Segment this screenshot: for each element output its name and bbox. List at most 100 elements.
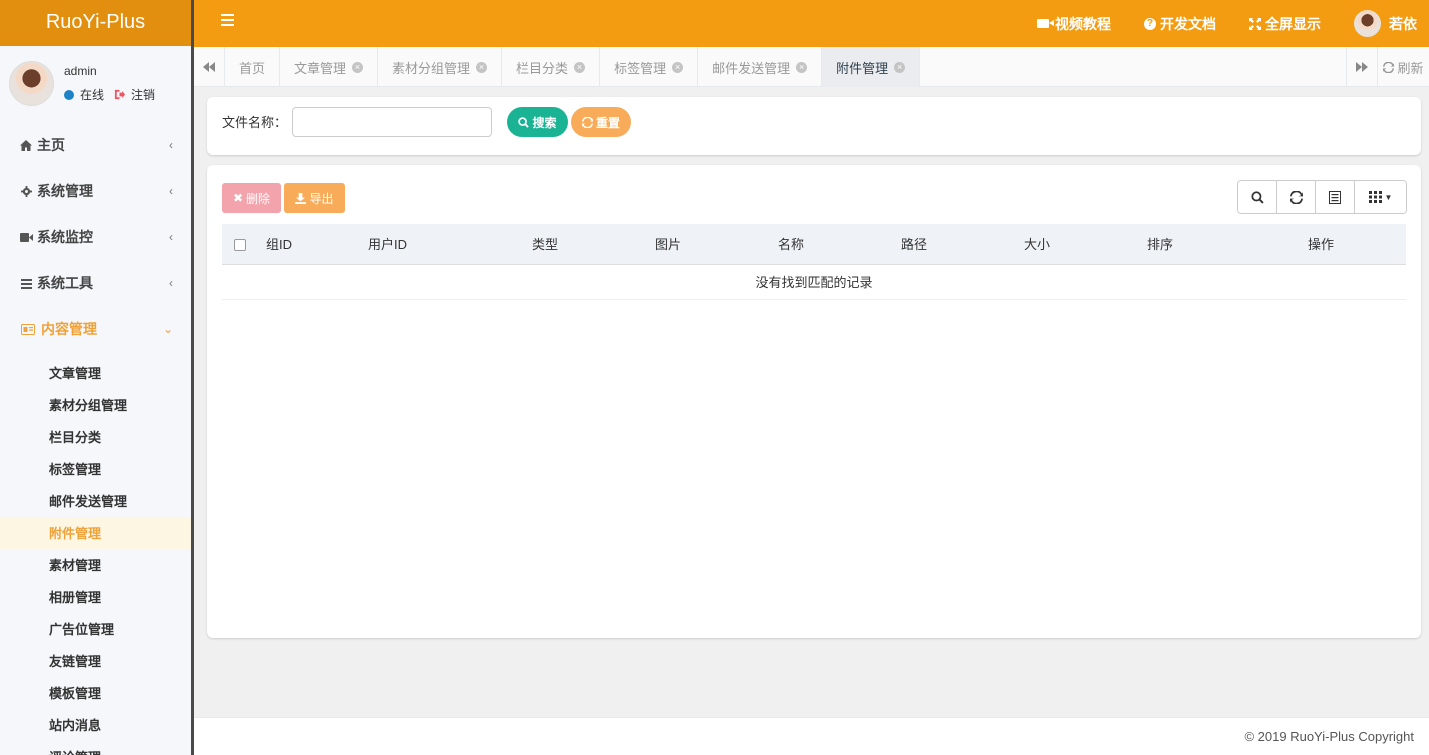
video-tutorial-link[interactable]: 视频教程 bbox=[1037, 14, 1111, 34]
dev-docs-link[interactable]: ? 开发文档 bbox=[1144, 14, 1216, 34]
submenu-item[interactable]: 栏目分类 bbox=[0, 422, 191, 454]
link-label: 全屏显示 bbox=[1265, 15, 1321, 32]
tab-right-controls: 刷新 bbox=[1346, 47, 1429, 87]
submenu-item[interactable]: 广告位管理 bbox=[0, 614, 191, 646]
column-header[interactable]: 排序 bbox=[1084, 224, 1236, 265]
button-label: 重置 bbox=[595, 115, 620, 130]
search-icon bbox=[518, 116, 530, 128]
sidebar-item-content[interactable]: 内容管理 ⌄ bbox=[0, 306, 191, 352]
column-header[interactable]: 组ID bbox=[258, 224, 368, 265]
search-button[interactable]: 搜索 bbox=[507, 107, 568, 137]
reset-button[interactable]: 重置 bbox=[571, 107, 631, 137]
tab-tags[interactable]: 标签管理 × bbox=[600, 47, 699, 87]
export-button[interactable]: 导出 bbox=[284, 183, 345, 213]
list-icon bbox=[1329, 190, 1341, 204]
avatar bbox=[1354, 10, 1381, 37]
column-header[interactable]: 用户ID bbox=[368, 224, 498, 265]
sidebar-menu: 主页 ‹ 系统管理 ‹ 系统监控 ‹ 系统工具 ‹ 内容管理 ⌄ bbox=[0, 122, 191, 352]
column-header[interactable]: 图片 bbox=[592, 224, 744, 265]
tab-scroll-left-button[interactable] bbox=[194, 47, 225, 87]
tab-scroll-right-button[interactable] bbox=[1346, 47, 1377, 87]
sidebar-item-home[interactable]: 主页 ‹ bbox=[0, 122, 191, 168]
columns-dropdown-button[interactable]: ▼ bbox=[1355, 181, 1406, 213]
submenu-item[interactable]: 相册管理 bbox=[0, 582, 191, 614]
header-user-name: 若依 bbox=[1389, 15, 1417, 32]
tab-label: 标签管理 bbox=[614, 60, 667, 76]
bars-icon bbox=[19, 276, 33, 290]
menu-toggle-icon[interactable] bbox=[221, 14, 234, 26]
user-menu[interactable]: 若依 bbox=[1354, 10, 1417, 37]
submenu-item[interactable]: 素材管理 bbox=[0, 550, 191, 582]
close-icon[interactable]: × bbox=[672, 61, 684, 73]
select-all-checkbox[interactable] bbox=[234, 238, 246, 251]
video-icon bbox=[19, 230, 33, 244]
tab-article[interactable]: 文章管理 × bbox=[280, 47, 379, 87]
main-content: 文件名称： 搜索 重置 ✖ 删除 导出 ▼ 组ID 用户ID 类型 图片 名称 … bbox=[194, 87, 1429, 717]
header-links: 视频教程 ? 开发文档 全屏显示 若依 bbox=[1004, 0, 1417, 47]
tab-list: 首页 文章管理 × 素材分组管理 × 栏目分类 × 标签管理 × 邮件发送管理 × 附件管… bbox=[225, 47, 1346, 87]
close-icon[interactable]: × bbox=[476, 61, 488, 73]
home-icon bbox=[19, 138, 33, 152]
column-header[interactable]: 类型 bbox=[498, 224, 592, 265]
refresh-icon bbox=[1383, 61, 1395, 73]
fullscreen-link[interactable]: 全屏显示 bbox=[1249, 14, 1321, 34]
close-icon: ✖ bbox=[232, 191, 244, 205]
id-card-icon bbox=[21, 322, 35, 336]
close-icon[interactable]: × bbox=[796, 61, 808, 73]
tab-category[interactable]: 栏目分类 × bbox=[502, 47, 601, 87]
copyright-text: © 2019 RuoYi-Plus Copyright bbox=[1244, 729, 1414, 744]
close-icon[interactable]: × bbox=[574, 61, 586, 73]
tab-material-group[interactable]: 素材分组管理 × bbox=[378, 47, 503, 87]
link-label: 视频教程 bbox=[1055, 15, 1111, 32]
tab-refresh-button[interactable]: 刷新 bbox=[1377, 47, 1429, 87]
submenu-item[interactable]: 评论管理 bbox=[0, 742, 191, 755]
sidebar-item-system[interactable]: 系统管理 ‹ bbox=[0, 168, 191, 214]
tab-label: 素材分组管理 bbox=[392, 60, 471, 76]
submenu-item[interactable]: 友链管理 bbox=[0, 646, 191, 678]
sidebar-item-label: 系统工具 bbox=[37, 275, 93, 291]
submenu-item[interactable]: 站内消息 bbox=[0, 710, 191, 742]
tab-label: 栏目分类 bbox=[516, 60, 569, 76]
table-toolbar: ▼ bbox=[1237, 180, 1407, 214]
footer: © 2019 RuoYi-Plus Copyright bbox=[194, 717, 1429, 755]
sidebar-item-monitor[interactable]: 系统监控 ‹ bbox=[0, 214, 191, 260]
submenu-item-active[interactable]: 附件管理 bbox=[0, 518, 191, 550]
toggle-search-button[interactable] bbox=[1238, 181, 1277, 213]
submenu-item[interactable]: 文章管理 bbox=[0, 358, 191, 390]
column-header[interactable]: 名称 bbox=[744, 224, 838, 265]
submenu-item[interactable]: 模板管理 bbox=[0, 678, 191, 710]
close-icon[interactable]: × bbox=[352, 61, 364, 73]
logout-link[interactable]: 注销 bbox=[131, 86, 155, 103]
double-right-icon bbox=[1356, 62, 1368, 72]
tab-attachment[interactable]: 附件管理 × bbox=[822, 47, 921, 87]
column-header[interactable]: 路径 bbox=[838, 224, 990, 265]
sidebar-item-tools[interactable]: 系统工具 ‹ bbox=[0, 260, 191, 306]
search-panel: 文件名称： 搜索 重置 bbox=[207, 97, 1421, 155]
content-submenu: 文章管理 素材分组管理 栏目分类 标签管理 邮件发送管理 附件管理 素材管理 相… bbox=[0, 358, 191, 755]
tab-home[interactable]: 首页 bbox=[225, 47, 281, 87]
close-icon[interactable]: × bbox=[894, 61, 906, 73]
file-name-input[interactable] bbox=[292, 107, 492, 137]
chevron-left-icon: ‹ bbox=[169, 184, 173, 198]
user-panel: admin 在线 注销 bbox=[0, 46, 191, 122]
online-label: 在线 bbox=[80, 88, 105, 102]
avatar[interactable] bbox=[9, 61, 54, 106]
submenu-item[interactable]: 标签管理 bbox=[0, 454, 191, 486]
submenu-item[interactable]: 素材分组管理 bbox=[0, 390, 191, 422]
submenu-item[interactable]: 邮件发送管理 bbox=[0, 486, 191, 518]
table-refresh-button[interactable] bbox=[1277, 181, 1316, 213]
empty-message: 没有找到匹配的记录 bbox=[222, 264, 1406, 300]
toggle-view-button[interactable] bbox=[1316, 181, 1355, 213]
tab-label: 邮件发送管理 bbox=[712, 60, 791, 76]
sidebar-item-label: 内容管理 bbox=[41, 321, 97, 337]
column-header[interactable]: 大小 bbox=[990, 224, 1084, 265]
table-header-row: 组ID 用户ID 类型 图片 名称 路径 大小 排序 操作 bbox=[222, 224, 1406, 265]
download-icon bbox=[295, 192, 307, 204]
link-label: 开发文档 bbox=[1160, 15, 1216, 32]
app-logo[interactable]: RuoYi-Plus bbox=[0, 0, 191, 46]
logout-icon[interactable] bbox=[114, 89, 126, 101]
user-status: 在线 注销 bbox=[64, 86, 155, 103]
user-name: admin bbox=[64, 64, 97, 78]
delete-button[interactable]: ✖ 删除 bbox=[222, 183, 281, 213]
tab-mail[interactable]: 邮件发送管理 × bbox=[698, 47, 823, 87]
